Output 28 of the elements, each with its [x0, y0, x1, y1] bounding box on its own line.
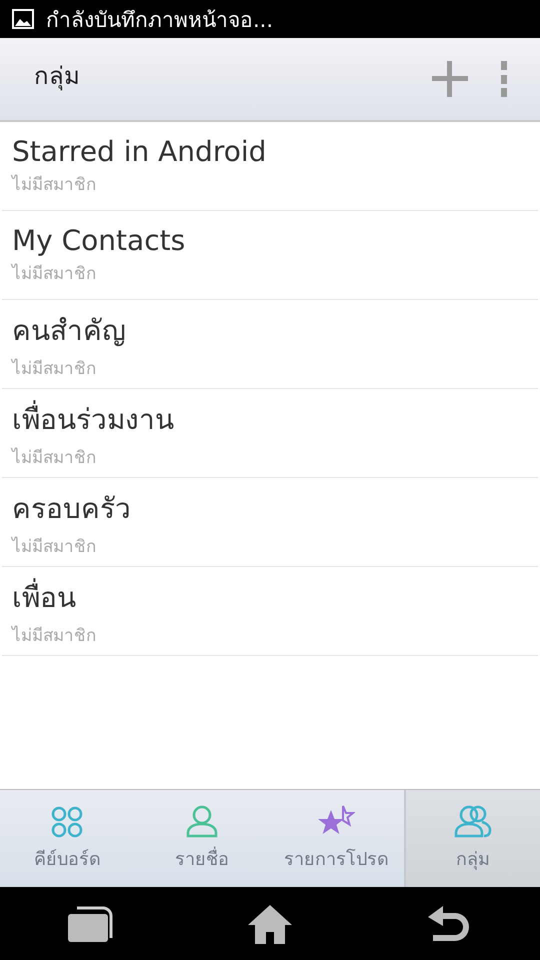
member-count: ไม่มีสมาชิก — [12, 262, 97, 286]
group-name: Starred in Android — [12, 135, 268, 168]
member-count: ไม่มีสมาชิก — [12, 536, 97, 558]
group-name: เพื่อนร่วมงาน — [12, 396, 528, 440]
notification-text: กำลังบันทึกภาพหน้าจอ... — [46, 6, 274, 34]
plus-icon — [432, 61, 468, 97]
people-icon — [454, 804, 492, 838]
group-item[interactable]: ครอบครัว ไม่มีสมาชิก — [2, 478, 538, 567]
group-name: เพื่อน — [12, 574, 528, 618]
group-name: My Contacts — [12, 224, 186, 257]
member-count: ไม่มีสมาชิก — [12, 358, 97, 380]
group-item[interactable]: My Contacts ไม่มีสมาชิก — [2, 211, 538, 300]
screen-title: กลุ่ม — [34, 60, 81, 92]
person-icon — [184, 804, 219, 838]
picture-icon — [12, 9, 34, 29]
group-item[interactable]: เพื่อนร่วมงาน ไม่มีสมาชิก — [2, 389, 538, 478]
member-count: ไม่มีสมาชิก — [12, 624, 97, 648]
group-item[interactable]: คนสำคัญ ไม่มีสมาชิก — [2, 300, 538, 389]
group-item[interactable]: Starred in Android ไม่มีสมาชิก — [2, 122, 538, 211]
member-count: ไม่มีสมาชิก — [12, 446, 97, 470]
member-count: ไม่มีสมาชิก — [12, 174, 97, 197]
group-name: ครอบครัว — [12, 490, 132, 526]
home-button[interactable] — [247, 904, 293, 944]
overflow-menu-icon — [500, 61, 508, 97]
dialpad-icon — [50, 804, 84, 838]
recent-apps-button[interactable] — [67, 906, 113, 942]
group-item[interactable]: เพื่อน ไม่มีสมาชิก — [2, 567, 538, 656]
group-name: คนสำคัญ — [12, 312, 127, 348]
